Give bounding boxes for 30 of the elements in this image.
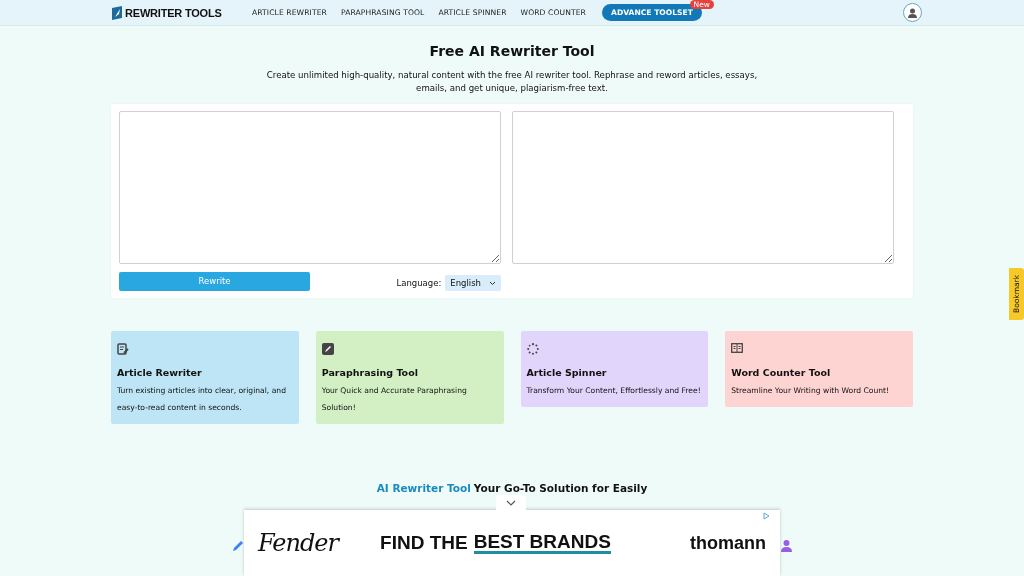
- section-heading-highlight: AI Rewriter Tool: [376, 482, 471, 494]
- tool-title: Word Counter Tool: [731, 367, 832, 378]
- caret-icon: [489, 280, 496, 286]
- language-label: Language:: [396, 278, 442, 288]
- logo-text[interactable]: REWRITER TOOLS: [125, 6, 222, 19]
- section-heading: Your Go-To Solution for Easily: [473, 482, 648, 494]
- collapse-tab[interactable]: [496, 495, 526, 510]
- ad-headline-underlined: BEST BRANDS: [473, 532, 611, 554]
- ad-choices-icon[interactable]: [763, 512, 770, 520]
- input-text-field[interactable]: [119, 111, 501, 264]
- quill-logo-icon: [111, 5, 123, 20]
- chevron-down-icon: [506, 499, 516, 506]
- person-icon: [781, 540, 792, 552]
- spinner-icon: [526, 343, 539, 355]
- ad-headline: FIND THE: [380, 532, 468, 554]
- pen-icon: [232, 540, 244, 552]
- intro-text: Create unlimited high-quality, natural content with the free AI rewriter tool. Rephrase and reword articles, essays, emails, and get unique, plagiarism-free text.: [265, 69, 759, 95]
- language-select[interactable]: English: [445, 275, 501, 291]
- ad-logo: thomann: [690, 532, 766, 554]
- book-icon: [731, 343, 744, 353]
- page-title: Free AI Rewriter Tool: [429, 43, 595, 59]
- tool-title: Paraphrasing Tool: [321, 367, 419, 378]
- ad-logo: Fender: [258, 529, 339, 557]
- tool-title: Article Spinner: [526, 367, 608, 378]
- account-button[interactable]: [903, 3, 922, 22]
- document-edit-icon: [117, 343, 129, 355]
- tool-title: Article Rewriter: [117, 367, 203, 378]
- pencil-icon: [321, 343, 334, 355]
- user-icon: [908, 7, 917, 18]
- output-text-field[interactable]: [512, 111, 894, 264]
